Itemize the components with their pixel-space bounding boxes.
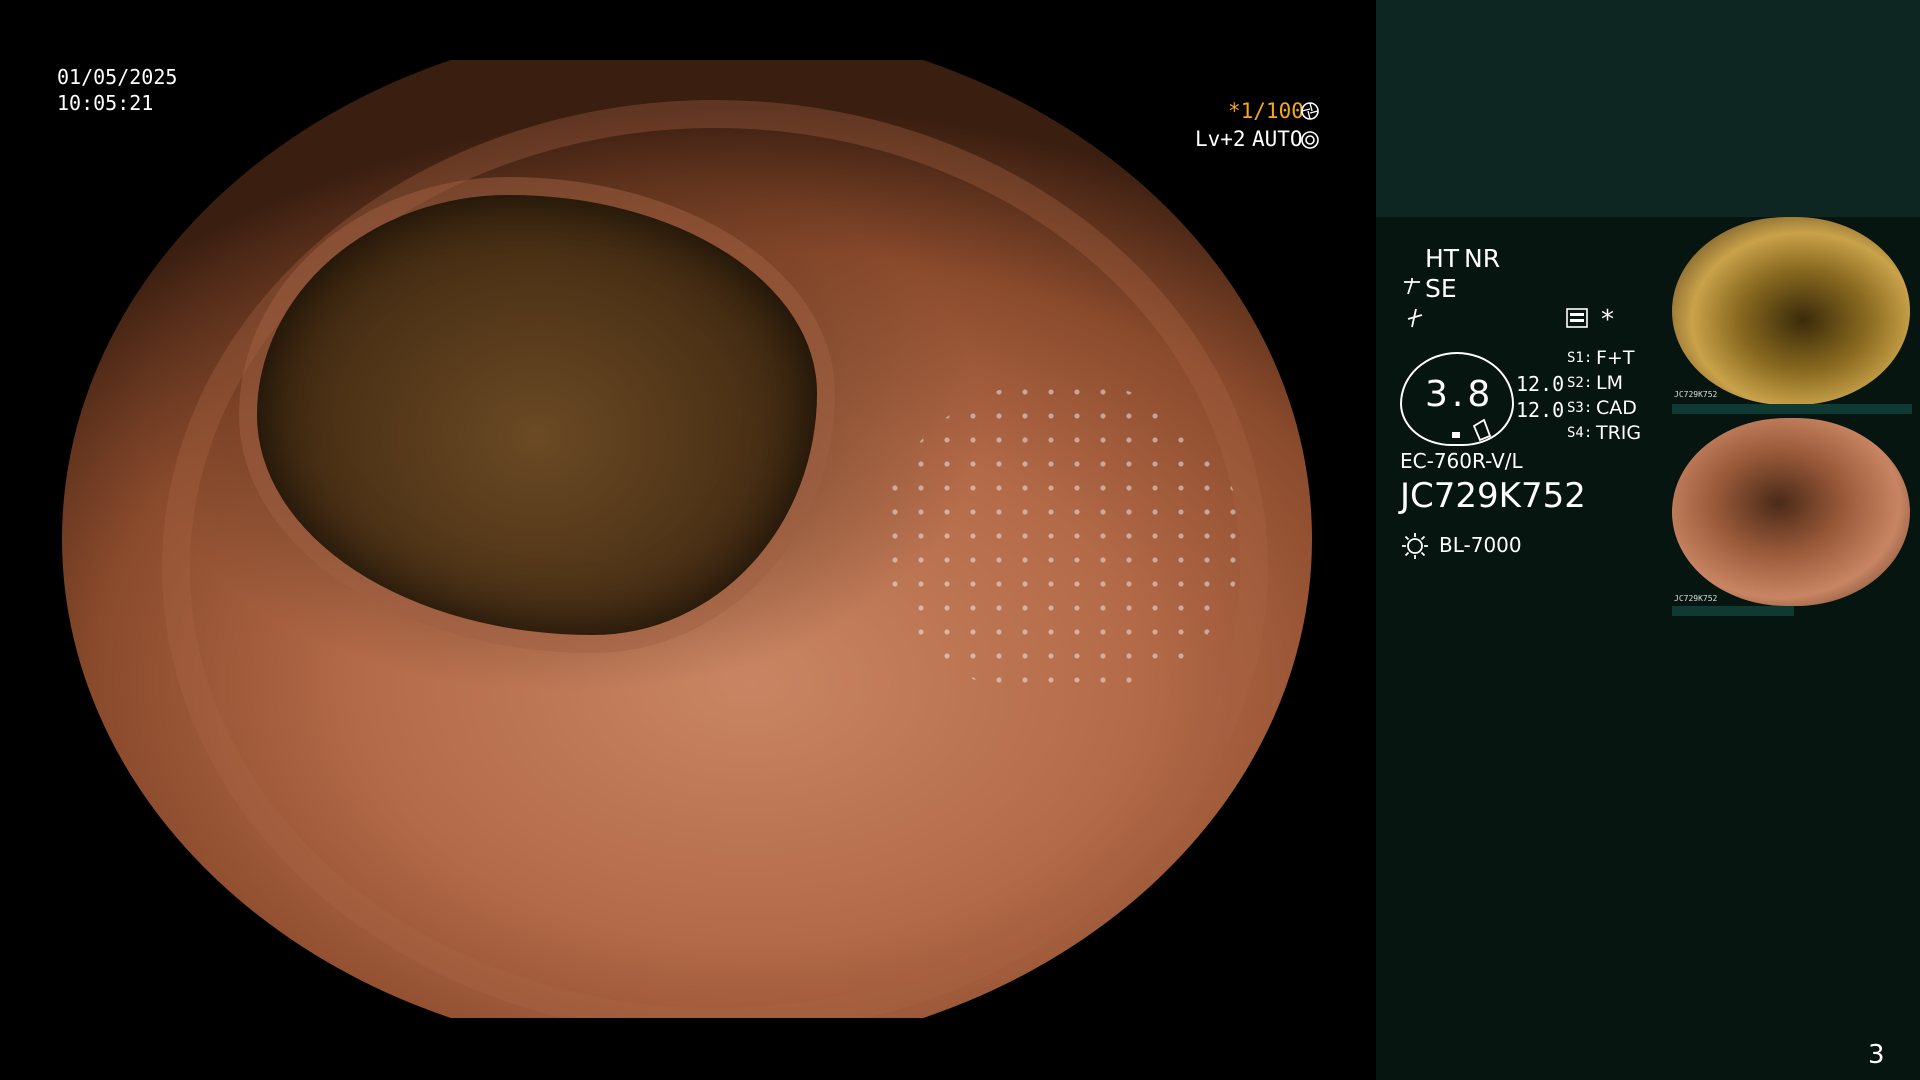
switch-key: S2:	[1567, 375, 1593, 391]
thumbnail-bar	[1672, 606, 1794, 616]
thumbnail-serial: JC729K752	[1674, 594, 1718, 603]
light-reflections	[882, 380, 1242, 700]
switch-value: LM	[1596, 372, 1623, 394]
thumbnail-1[interactable]	[1672, 217, 1910, 405]
structure-enhance-icon	[1404, 278, 1420, 295]
switch-value: CAD	[1596, 397, 1637, 419]
switch-key: S3:	[1567, 400, 1593, 416]
thumbnail-bar	[1672, 404, 1912, 414]
light-source-model: BL-7000	[1439, 533, 1522, 557]
capture-date: 01/05/2025	[57, 65, 178, 89]
light-source-icon	[1402, 533, 1428, 559]
scope-serial: JC729K752	[1400, 476, 1586, 516]
recording-icon	[1566, 308, 1588, 328]
switch-value: F+T	[1596, 347, 1635, 369]
page-number: 3	[1868, 1040, 1885, 1070]
capture-time: 10:05:21	[57, 91, 154, 115]
thumbnail-2[interactable]	[1672, 418, 1910, 606]
nr-label: NR	[1464, 244, 1501, 273]
ht-label: HT	[1425, 244, 1460, 273]
zoom-marker-icon	[1452, 418, 1492, 442]
switch-key: S4:	[1567, 425, 1593, 441]
asterisk-indicator: *	[1601, 305, 1614, 335]
enhancement-level: Lv+2	[1195, 127, 1246, 151]
auto-mode: AUTO	[1252, 127, 1303, 151]
gauge-top-value: 12.0	[1516, 372, 1565, 396]
iris-icon	[1301, 102, 1319, 120]
se-label: SE	[1425, 274, 1457, 303]
freeze-icon	[1407, 308, 1423, 328]
endoscopy-image	[62, 60, 1312, 1018]
zoom-value: 3.8	[1425, 374, 1495, 415]
aperture-icon	[1301, 131, 1319, 149]
thumbnail-serial: JC729K752	[1674, 390, 1718, 399]
gauge-bottom-value: 12.0	[1516, 398, 1565, 422]
switch-value: TRIG	[1596, 422, 1642, 444]
shutter-speed: *1/100	[1228, 99, 1304, 123]
switch-key: S1:	[1567, 350, 1593, 366]
right-top-panel	[1376, 0, 1920, 217]
scope-model: EC-760R-V/L	[1400, 449, 1523, 473]
